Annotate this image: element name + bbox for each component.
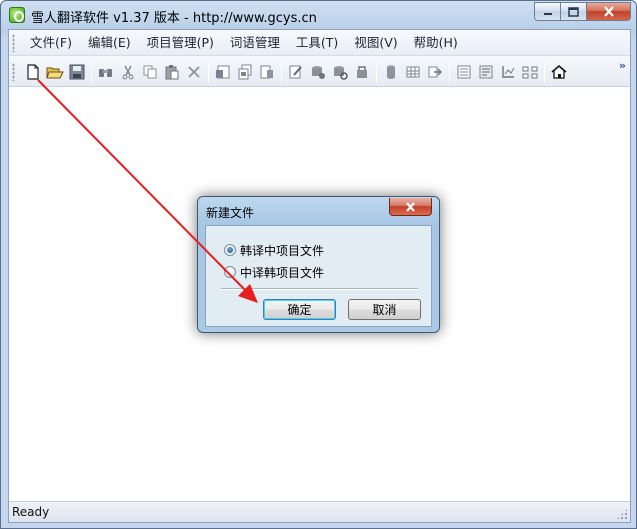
edit-icon (289, 65, 302, 79)
table-icon (406, 66, 420, 78)
maximize-button[interactable] (561, 2, 587, 21)
radio-ko-to-zh[interactable] (224, 244, 236, 256)
paste-button[interactable] (161, 61, 183, 83)
toolbar-separator (281, 62, 282, 82)
find-icon (99, 69, 112, 77)
app-logo-icon (9, 7, 25, 23)
ok-button[interactable]: 确定 (263, 299, 336, 320)
save-button[interactable] (66, 61, 88, 83)
menu-view[interactable]: 视图(V) (346, 30, 405, 56)
caption-buttons (534, 2, 631, 21)
option-zh-to-ko-label: 中译韩项目文件 (240, 265, 325, 280)
option-ko-to-zh[interactable]: 韩译中项目文件 (224, 242, 324, 258)
cut-icon (122, 65, 134, 80)
edit-button[interactable] (285, 61, 307, 83)
status-bar: Ready (9, 501, 630, 522)
toolbar-separator (449, 62, 450, 82)
title-bar[interactable]: 雪人翻译软件 v1.37 版本 - http://www.gcys.cn (1, 1, 636, 29)
cancel-button[interactable]: 取消 (348, 299, 421, 320)
dialog-title: 新建文件 (206, 206, 255, 220)
cylinder-button[interactable] (380, 61, 402, 83)
menu-edit[interactable]: 编辑(E) (80, 30, 139, 56)
toolbar-separator (544, 62, 545, 82)
structure-icon (522, 66, 538, 79)
close-icon (406, 201, 415, 212)
doc-button[interactable] (475, 61, 497, 83)
toolbar-separator (376, 62, 377, 82)
project-icon (216, 65, 230, 79)
cylinder-icon (387, 65, 395, 79)
menu-file[interactable]: 文件(F) (22, 30, 80, 56)
home-icon (551, 64, 567, 79)
table-button[interactable] (402, 61, 424, 83)
minimize-icon (543, 12, 552, 15)
close-icon (603, 6, 614, 17)
tree-button[interactable] (497, 61, 519, 83)
home-button[interactable] (548, 61, 570, 83)
db-settings-button[interactable] (329, 61, 351, 83)
delete-button[interactable] (183, 61, 205, 83)
tree-icon (502, 66, 515, 78)
resize-grip[interactable] (616, 508, 628, 520)
db-lock-icon (357, 66, 367, 78)
maximize-icon (568, 6, 579, 17)
open-button[interactable] (44, 61, 66, 83)
export-button[interactable] (424, 61, 446, 83)
menubar-grip[interactable] (12, 34, 15, 52)
radio-zh-to-ko[interactable] (224, 266, 236, 278)
copy-icon (143, 65, 157, 79)
new-file-button[interactable] (22, 61, 44, 83)
menu-help[interactable]: 帮助(H) (406, 30, 466, 56)
db-settings-icon (334, 66, 348, 80)
paste-icon (165, 65, 179, 80)
new-file-icon (27, 64, 39, 80)
toolbar: » (9, 56, 630, 87)
toolbar-overflow-button[interactable]: » (619, 59, 626, 72)
toolbar-grip[interactable] (12, 63, 15, 81)
cut-button[interactable] (117, 61, 139, 83)
minimize-button[interactable] (534, 2, 561, 21)
structure-button[interactable] (519, 61, 541, 83)
option-ko-to-zh-label: 韩译中项目文件 (240, 243, 325, 258)
dialog-close-button[interactable] (389, 198, 432, 216)
project-copy-icon (238, 64, 252, 80)
menu-tools[interactable]: 工具(T) (288, 30, 346, 56)
list-button[interactable] (453, 61, 475, 83)
delete-icon (188, 66, 200, 78)
find-button[interactable] (95, 61, 117, 83)
dialog-divider (221, 288, 418, 290)
open-folder-icon (46, 67, 64, 79)
save-icon (69, 64, 85, 80)
dialog-body: 韩译中项目文件 中译韩项目文件 确定 取消 (205, 225, 432, 327)
toolbar-separator (91, 62, 92, 82)
status-text: Ready (12, 505, 50, 519)
option-zh-to-ko[interactable]: 中译韩项目文件 (224, 264, 324, 280)
project-export-button[interactable] (256, 61, 278, 83)
db-lock-button[interactable] (351, 61, 373, 83)
menu-terms[interactable]: 词语管理 (222, 30, 288, 56)
project-copy-button[interactable] (234, 61, 256, 83)
copy-button[interactable] (139, 61, 161, 83)
project-button[interactable] (212, 61, 234, 83)
doc-icon (479, 65, 493, 79)
menu-bar: 文件(F) 编辑(E) 项目管理(P) 词语管理 工具(T) 视图(V) 帮助(… (9, 30, 630, 56)
list-icon (457, 65, 471, 79)
new-file-dialog: 新建文件 韩译中项目文件 中译韩项目文件 确定 取消 (197, 196, 440, 333)
export-icon (428, 66, 442, 78)
toolbar-separator (208, 62, 209, 82)
menu-project[interactable]: 项目管理(P) (139, 30, 222, 56)
window-title: 雪人翻译软件 v1.37 版本 - http://www.gcys.cn (31, 11, 317, 26)
close-button[interactable] (587, 2, 631, 21)
db-icon (312, 66, 325, 79)
db-button[interactable] (307, 61, 329, 83)
project-export-icon (260, 65, 273, 79)
